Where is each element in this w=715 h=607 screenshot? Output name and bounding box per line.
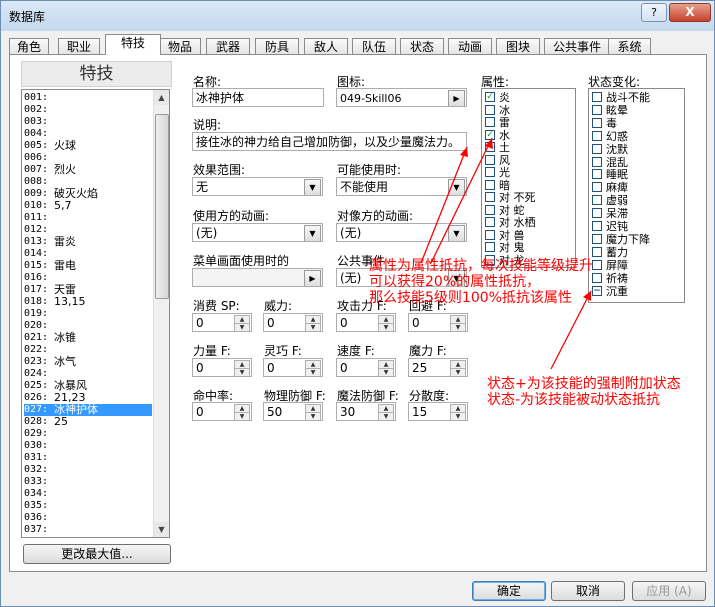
annotation-line-3: 那么技能5级则100%抵抗该属性 [369,290,572,306]
arrow-to-description [420,146,468,264]
database-window: 数据库 ? X 角色 职业 特技 物品 武器 防具 敌人 队伍 状态 动画 图块… [0,0,715,607]
cancel-button[interactable]: 取消 [551,581,625,601]
tab-skills[interactable]: 特技 [105,34,161,55]
annotation-line-5: 状态-为该技能被动状态抵抗 [487,392,661,408]
annotation-arrows [420,137,592,370]
arrowhead-icon [460,147,468,157]
ok-button[interactable]: 确定 [472,581,546,601]
arrow-to-attributes [430,137,493,264]
apply-button[interactable]: 应用 (A) [632,581,706,601]
arrowhead-icon [485,138,493,149]
